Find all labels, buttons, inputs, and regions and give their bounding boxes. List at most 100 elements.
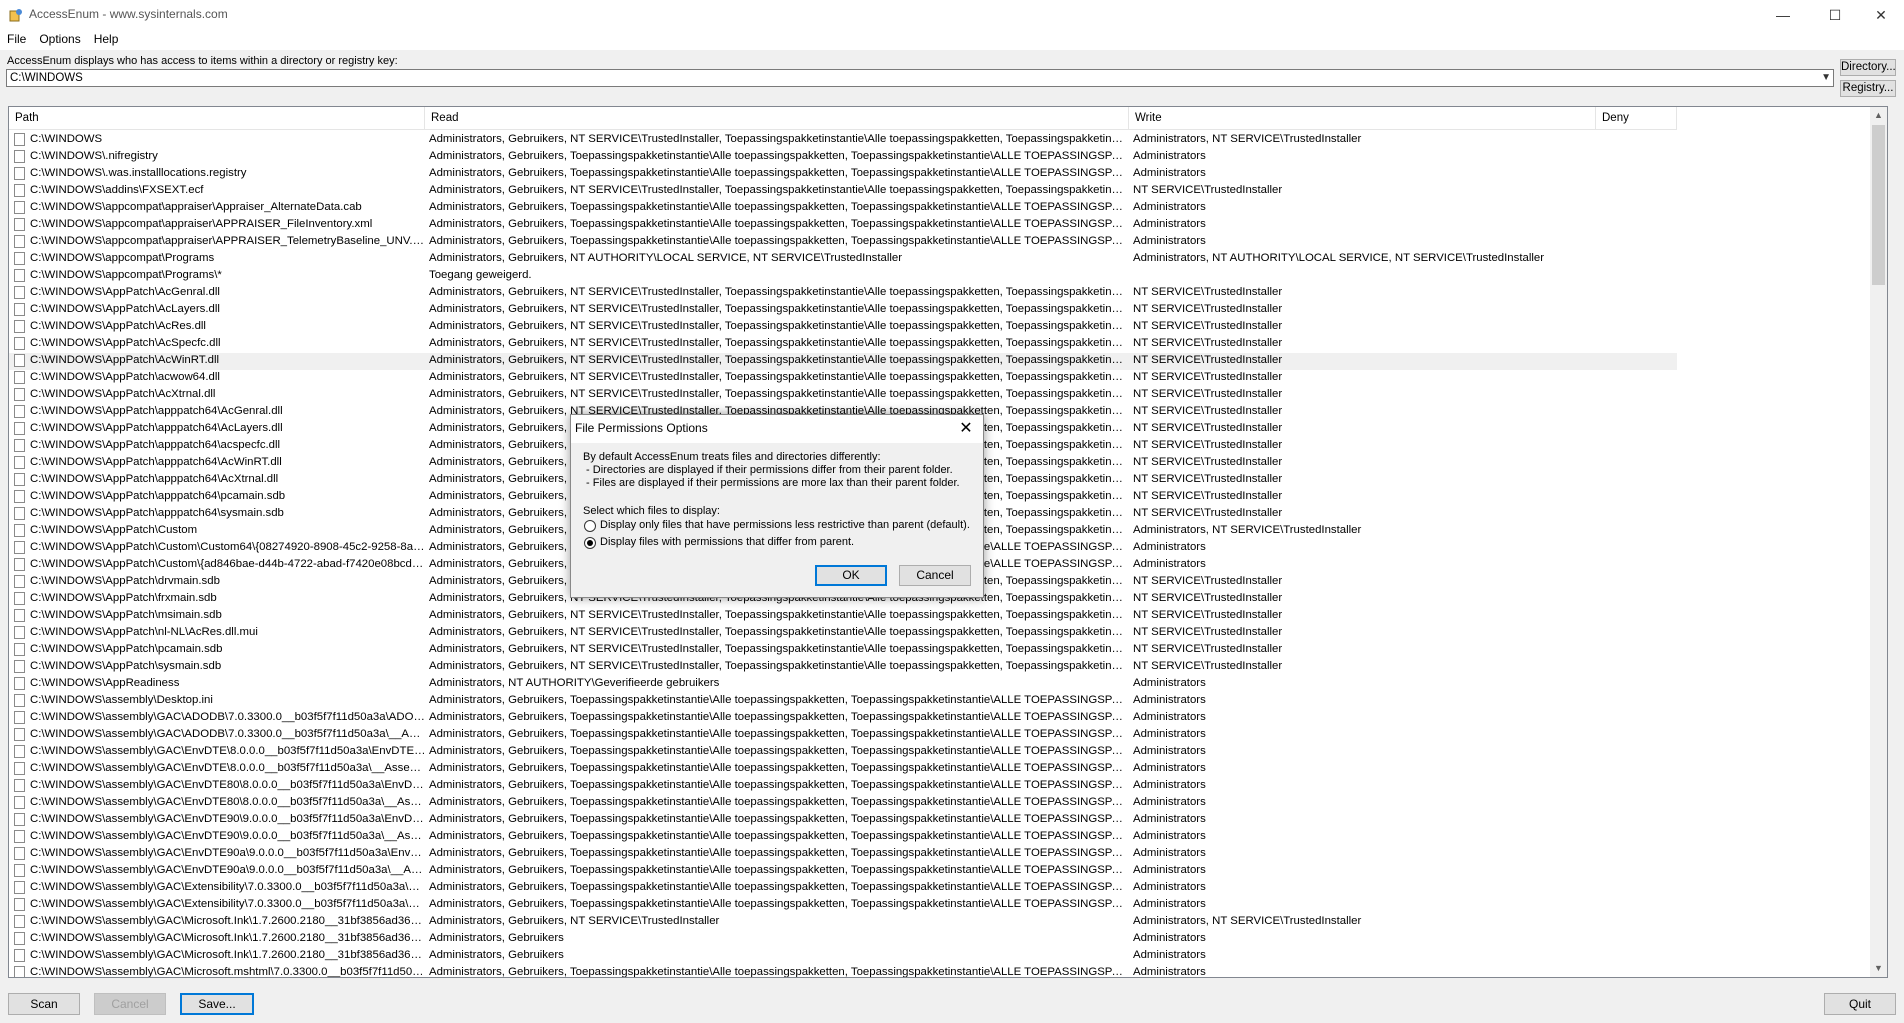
write-cell: NT SERVICE\TrustedInstaller [1133,626,1283,638]
table-row[interactable]: C:\WINDOWS\assembly\GAC\Extensibility\7.… [9,880,1677,897]
path-cell: C:\WINDOWS\AppPatch\AcRes.dll [30,320,206,332]
write-cell: NT SERVICE\TrustedInstaller [1133,388,1283,400]
minimize-button[interactable]: — [1760,0,1806,30]
table-row[interactable]: C:\WINDOWS\AppPatch\sysmain.sdb Administr… [9,659,1677,676]
table-row[interactable]: C:\WINDOWS Administrators, Gebruikers, NT… [9,132,1677,149]
file-icon [14,966,25,977]
read-cell: Administrators, Gebruikers, Toepassingsp… [429,728,1124,740]
menu-file[interactable]: File [0,30,32,50]
table-row[interactable]: C:\WINDOWS\assembly\GAC\EnvDTE90a\9.0.0.… [9,846,1677,863]
path-cell: C:\WINDOWS\.nifregistry [30,150,158,162]
read-cell: Administrators, Gebruikers, Toepassingsp… [429,762,1124,774]
directory-button[interactable]: Directory... [1840,59,1896,76]
close-button[interactable]: ✕ [1858,0,1904,30]
table-row[interactable]: C:\WINDOWS\AppPatch\AcLayers.dll Administ… [9,302,1677,319]
table-row[interactable]: C:\WINDOWS\AppPatch\AcGenral.dll Administ… [9,285,1677,302]
table-row[interactable]: C:\WINDOWS\assembly\GAC\EnvDTE\8.0.0.0__… [9,761,1677,778]
table-row[interactable]: C:\WINDOWS\AppPatch\AcRes.dll Administrat… [9,319,1677,336]
radio-differ-from-parent-label[interactable]: Display files with permissions that diff… [600,536,854,548]
scrollbar-thumb[interactable] [1872,125,1885,285]
menu-help[interactable]: Help [87,30,125,50]
write-cell: Administrators [1133,830,1206,842]
table-row[interactable]: C:\WINDOWS\appcompat\appraiser\Appraiser… [9,200,1677,217]
path-cell: C:\WINDOWS\addins\FXSEXT.ecf [30,184,204,196]
read-cell: Administrators, Gebruikers, Toepassingsp… [429,167,1124,179]
scan-button[interactable]: Scan [8,993,80,1015]
table-row[interactable]: C:\WINDOWS\appcompat\Programs Administrat… [9,251,1677,268]
cancel-scan-button[interactable]: Cancel [94,993,166,1015]
table-row[interactable]: C:\WINDOWS\assembly\GAC\EnvDTE\8.0.0.0__… [9,744,1677,761]
column-deny[interactable]: Deny [1596,107,1677,129]
path-combobox[interactable]: C:\WINDOWS ▼ [6,69,1834,87]
radio-less-restrictive-label[interactable]: Display only files that have permissions… [600,519,970,531]
path-cell: C:\WINDOWS\AppPatch\msimain.sdb [30,609,222,621]
table-row[interactable]: C:\WINDOWS\.was.installlocations.registr… [9,166,1677,183]
table-row[interactable]: C:\WINDOWS\assembly\GAC\Microsoft.mshtml… [9,965,1677,978]
column-path[interactable]: Path [9,107,425,129]
read-cell: Administrators, Gebruikers, Toepassingsp… [429,218,1124,230]
path-cell: C:\WINDOWS\assembly\GAC\Microsoft.Ink\1.… [30,949,426,961]
menu-options[interactable]: Options [32,30,86,50]
table-row[interactable]: C:\WINDOWS\assembly\GAC\ADODB\7.0.3300.0… [9,710,1677,727]
table-row[interactable]: C:\WINDOWS\assembly\GAC\Microsoft.Ink\1.… [9,948,1677,965]
column-read[interactable]: Read [425,107,1129,129]
table-row[interactable]: C:\WINDOWS\assembly\GAC\EnvDTE90\9.0.0.0… [9,812,1677,829]
chevron-down-icon[interactable]: ▼ [1821,72,1831,83]
table-row[interactable]: C:\WINDOWS\AppPatch\AcXtrnal.dll Administ… [9,387,1677,404]
read-cell: Administrators, Gebruikers, NT SERVICE\T… [429,609,1124,621]
radio-differ-from-parent[interactable] [584,537,596,549]
read-cell: Administrators, Gebruikers [429,949,564,961]
column-write[interactable]: Write [1129,107,1596,129]
table-row[interactable]: C:\WINDOWS\AppPatch\acwow64.dll Administr… [9,370,1677,387]
write-cell: Administrators, NT SERVICE\TrustedInstal… [1133,915,1362,927]
path-cell: C:\WINDOWS\assembly\GAC\EnvDTE90a\9.0.0.… [30,864,426,876]
table-row[interactable]: C:\WINDOWS\AppPatch\pcamain.sdb Administr… [9,642,1677,659]
write-cell: NT SERVICE\TrustedInstaller [1133,303,1283,315]
read-cell: Administrators, Gebruikers, Toepassingsp… [429,966,1124,978]
path-cell: C:\WINDOWS\assembly\GAC\Microsoft.Ink\1.… [30,915,426,927]
table-row[interactable]: C:\WINDOWS\assembly\GAC\Microsoft.Ink\1.… [9,914,1677,931]
table-row[interactable]: C:\WINDOWS\AppPatch\nl-NL\AcRes.dll.mui A… [9,625,1677,642]
write-cell: Administrators [1133,949,1206,961]
scroll-down-icon[interactable]: ▼ [1870,960,1887,977]
dialog-close-icon[interactable]: ✕ [953,418,979,440]
path-cell: C:\WINDOWS\AppPatch\apppatch64\pcamain.s… [30,490,286,502]
table-row[interactable]: C:\WINDOWS\.nifregistry Administrators, G… [9,149,1677,166]
table-row[interactable]: C:\WINDOWS\appcompat\Programs\* Toegang g… [9,268,1677,285]
write-cell: Administrators [1133,677,1206,689]
table-row[interactable]: C:\WINDOWS\assembly\GAC\Extensibility\7.… [9,897,1677,914]
dialog-cancel-button[interactable]: Cancel [899,565,971,586]
file-icon [14,626,25,639]
scroll-up-icon[interactable]: ▲ [1870,107,1887,124]
path-cell: C:\WINDOWS\assembly\Desktop.ini [30,694,213,706]
table-row[interactable]: C:\WINDOWS\AppPatch\msimain.sdb Administr… [9,608,1677,625]
table-row[interactable]: C:\WINDOWS\assembly\GAC\Microsoft.Ink\1.… [9,931,1677,948]
save-button[interactable]: Save... [180,993,254,1015]
table-row[interactable]: C:\WINDOWS\AppPatch\AcSpecfc.dll Administ… [9,336,1677,353]
table-row[interactable]: C:\WINDOWS\assembly\GAC\EnvDTE80\8.0.0.0… [9,795,1677,812]
path-cell: C:\WINDOWS\AppPatch\pcamain.sdb [30,643,223,655]
table-row[interactable]: C:\WINDOWS\appcompat\appraiser\APPRAISER… [9,234,1677,251]
file-icon [14,507,25,520]
dialog-ok-button[interactable]: OK [815,565,887,586]
vertical-scrollbar[interactable]: ▲ ▼ [1870,107,1887,977]
file-icon [14,133,25,146]
radio-less-restrictive[interactable] [584,520,596,532]
write-cell: Administrators [1133,932,1206,944]
path-cell: C:\WINDOWS\appcompat\appraiser\APPRAISER… [30,218,373,230]
table-row[interactable]: C:\WINDOWS\assembly\GAC\EnvDTE80\8.0.0.0… [9,778,1677,795]
table-row[interactable]: C:\WINDOWS\appcompat\appraiser\APPRAISER… [9,217,1677,234]
write-cell: NT SERVICE\TrustedInstaller [1133,405,1283,417]
table-row[interactable]: C:\WINDOWS\AppPatch\AcWinRT.dll Administr… [9,353,1677,370]
table-row[interactable]: C:\WINDOWS\addins\FXSEXT.ecf Administrato… [9,183,1677,200]
table-row[interactable]: C:\WINDOWS\assembly\Desktop.ini Administr… [9,693,1677,710]
table-row[interactable]: C:\WINDOWS\assembly\GAC\EnvDTE90a\9.0.0.… [9,863,1677,880]
table-row[interactable]: C:\WINDOWS\assembly\GAC\ADODB\7.0.3300.0… [9,727,1677,744]
table-row[interactable]: C:\WINDOWS\assembly\GAC\EnvDTE90\9.0.0.0… [9,829,1677,846]
table-row[interactable]: C:\WINDOWS\AppReadiness Administrators, N… [9,676,1677,693]
write-cell: Administrators [1133,966,1206,978]
registry-button[interactable]: Registry... [1840,80,1896,97]
write-cell: Administrators [1133,218,1206,230]
quit-button[interactable]: Quit [1824,993,1896,1015]
maximize-button[interactable]: ☐ [1812,0,1858,30]
